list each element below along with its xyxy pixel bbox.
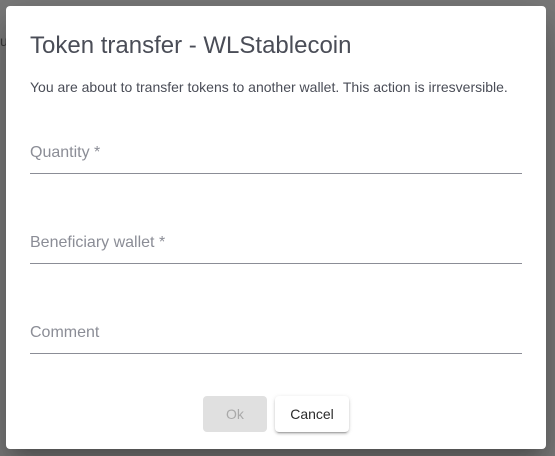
beneficiary-wallet-input[interactable] [30, 224, 522, 262]
cancel-button[interactable]: Cancel [275, 396, 349, 432]
dialog-actions: Ok Cancel [6, 396, 546, 432]
beneficiary-wallet-underline [30, 263, 522, 264]
token-transfer-dialog: Token transfer - WLStablecoin You are ab… [6, 6, 546, 449]
ok-button[interactable]: Ok [203, 396, 267, 432]
comment-input[interactable] [30, 314, 522, 352]
comment-field [30, 314, 522, 354]
quantity-underline [30, 173, 522, 174]
comment-underline [30, 353, 522, 354]
quantity-input[interactable] [30, 134, 522, 172]
dialog-description: You are about to transfer tokens to anot… [30, 79, 508, 95]
quantity-field [30, 134, 522, 174]
dialog-title: Token transfer - WLStablecoin [30, 32, 352, 59]
beneficiary-wallet-field [30, 224, 522, 264]
